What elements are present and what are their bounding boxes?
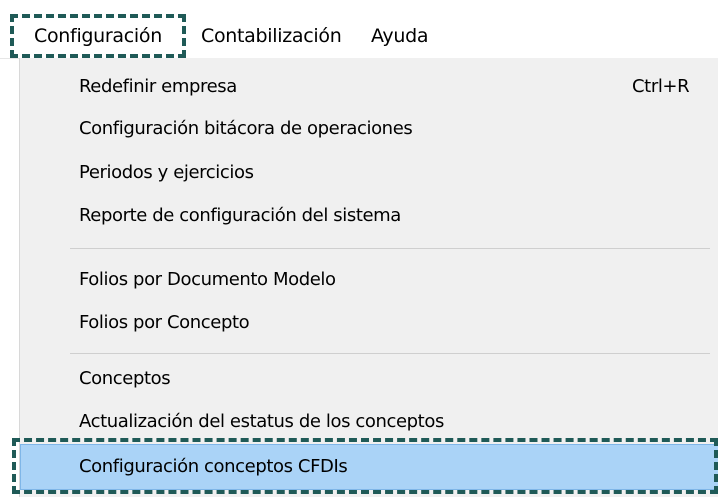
menu-ayuda[interactable]: Ayuda	[371, 14, 429, 58]
menu-item-reporte-configuracion[interactable]: Reporte de configuración del sistema	[20, 194, 718, 238]
menu-item-label: Reporte de configuración del sistema	[79, 205, 401, 226]
menu-item-configuracion-bitacora[interactable]: Configuración bitácora de operaciones	[20, 107, 718, 151]
menu-item-actualizacion-estatus[interactable]: Actualización del estatus de los concept…	[20, 400, 718, 444]
menu-item-label: Conceptos	[79, 368, 171, 389]
menu-item-label: Folios por Documento Modelo	[79, 269, 336, 290]
screenshot: Configuración Contabilización Ayuda Rede…	[0, 0, 718, 497]
menu-item-configuracion-conceptos-cfdis[interactable]: Configuración conceptos CFDIs	[20, 444, 718, 490]
menu-item-label: Configuración conceptos CFDIs	[79, 456, 348, 477]
menu-item-label: Folios por Concepto	[79, 312, 250, 333]
menu-item-label: Actualización del estatus de los concept…	[79, 411, 444, 432]
menu-item-label: Redefinir empresa	[79, 76, 237, 97]
menu-item-folios-documento-modelo[interactable]: Folios por Documento Modelo	[20, 258, 718, 302]
menu-item-redefinir-empresa[interactable]: Redefinir empresa Ctrl+R	[20, 65, 718, 109]
menu-item-label: Periodos y ejercicios	[79, 162, 254, 183]
menu-bar: Configuración Contabilización Ayuda	[0, 14, 718, 59]
menu-configuracion[interactable]: Configuración	[10, 14, 186, 58]
menu-item-periodos-ejercicios[interactable]: Periodos y ejercicios	[20, 151, 718, 195]
menu-contabilizacion[interactable]: Contabilización	[201, 14, 342, 58]
menu-item-label: Configuración bitácora de operaciones	[79, 118, 413, 139]
menu-item-conceptos[interactable]: Conceptos	[20, 357, 718, 401]
configuracion-dropdown: Redefinir empresa Ctrl+R Configuración b…	[19, 58, 718, 497]
menu-separator	[70, 353, 710, 354]
menu-separator	[70, 248, 710, 249]
menu-item-folios-concepto[interactable]: Folios por Concepto	[20, 301, 718, 345]
menu-item-shortcut: Ctrl+R	[632, 76, 690, 97]
